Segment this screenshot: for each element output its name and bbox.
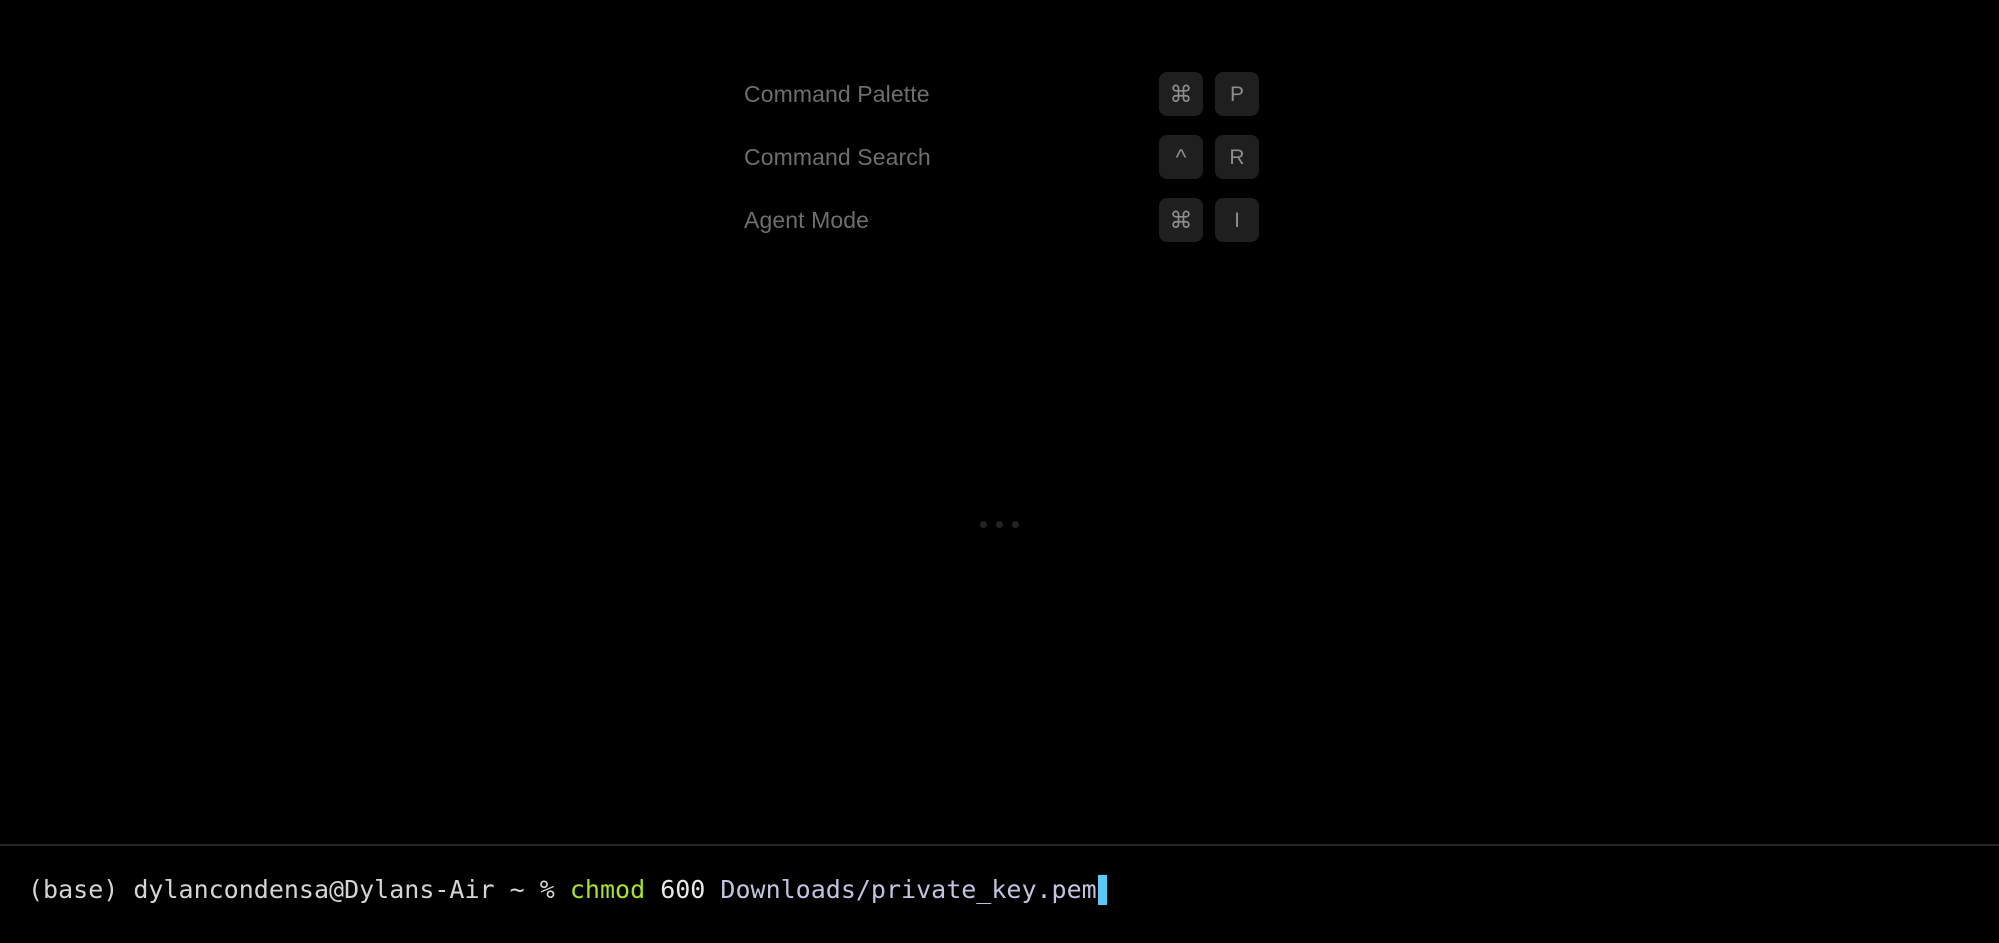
command-key-icon[interactable]: ⌘ xyxy=(1159,198,1203,242)
command-path-argument: Downloads/private_key.pem xyxy=(720,875,1097,904)
shortcut-row-command-palette[interactable]: Command Palette ⌘ P xyxy=(744,72,1259,116)
shortcut-row-command-search[interactable]: Command Search ^ R xyxy=(744,135,1259,179)
command-token: chmod xyxy=(569,875,646,904)
p-key-icon[interactable]: P xyxy=(1215,72,1259,116)
prompt-user-host: dylancondensa@Dylans-Air xyxy=(133,875,495,904)
text-cursor xyxy=(1097,875,1107,905)
prompt-working-dir: ~ xyxy=(509,875,525,904)
shortcut-keys-command-palette: ⌘ P xyxy=(1159,72,1259,116)
control-key-icon[interactable]: ^ xyxy=(1159,135,1203,179)
prompt-separator xyxy=(495,870,510,910)
shortcut-label-command-search: Command Search xyxy=(744,143,931,170)
i-key-icon[interactable]: I xyxy=(1215,198,1259,242)
shortcut-row-agent-mode[interactable]: Agent Mode ⌘ I xyxy=(744,198,1259,242)
prompt-symbol: % xyxy=(524,875,570,904)
shortcut-label-agent-mode: Agent Mode xyxy=(744,206,870,233)
shortcut-hints-panel: Command Palette ⌘ P Command Search ^ R A… xyxy=(744,72,1259,242)
shortcut-keys-agent-mode: ⌘ I xyxy=(1159,198,1259,242)
activity-ellipsis-icon xyxy=(0,521,1999,528)
command-space-2 xyxy=(705,870,720,910)
ellipsis-dot xyxy=(996,521,1003,528)
prompt-conda-env: (base) xyxy=(28,875,134,904)
ellipsis-dot xyxy=(980,521,987,528)
shortcut-keys-command-search: ^ R xyxy=(1159,135,1259,179)
ellipsis-dot xyxy=(1012,521,1019,528)
command-mode-argument: 600 xyxy=(660,875,706,904)
shortcut-label-command-palette: Command Palette xyxy=(744,80,930,107)
terminal-session-body[interactable]: Command Palette ⌘ P Command Search ^ R A… xyxy=(0,0,1999,943)
command-input-line[interactable]: (base) dylancondensa@Dylans-Air ~ % chmo… xyxy=(28,870,1107,910)
command-space-1 xyxy=(645,870,660,910)
input-divider xyxy=(0,844,1999,846)
r-key-icon[interactable]: R xyxy=(1215,135,1259,179)
command-key-icon[interactable]: ⌘ xyxy=(1159,72,1203,116)
